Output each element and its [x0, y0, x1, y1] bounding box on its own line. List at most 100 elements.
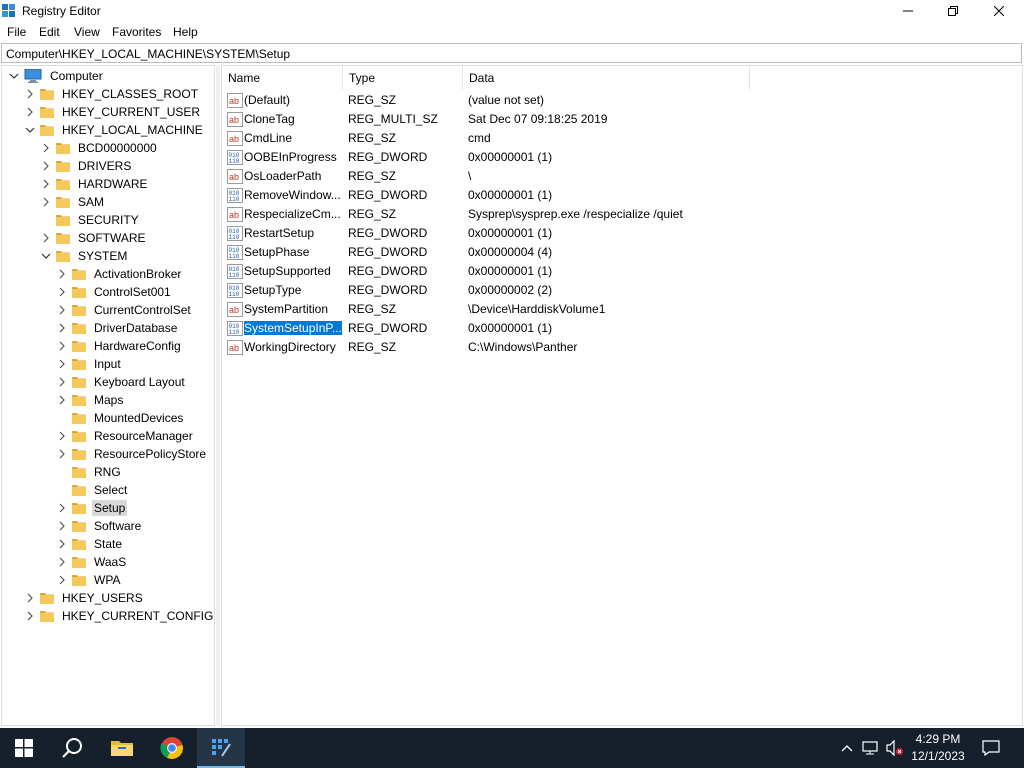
chevron-right-icon[interactable] [56, 355, 68, 373]
tree-node-state[interactable]: State [56, 535, 124, 553]
tree-node-hardware[interactable]: HARDWARE [40, 175, 150, 193]
chevron-right-icon[interactable] [24, 103, 36, 121]
tree-node-security[interactable]: SECURITY [40, 211, 141, 229]
chevron-right-icon[interactable] [40, 193, 52, 211]
tree-node-sam[interactable]: SAM [40, 193, 106, 211]
value-row[interactable]: ab WorkingDirectory REG_SZ C:\Windows\Panth… [222, 338, 1022, 357]
chevron-right-icon[interactable] [56, 373, 68, 391]
tree-node-mounteddevices[interactable]: MountedDevices [56, 409, 185, 427]
chevron-right-icon[interactable] [56, 337, 68, 355]
column-header-name[interactable]: Name [222, 66, 343, 90]
menu-help[interactable]: Help [173, 25, 198, 39]
value-row[interactable]: 010 110 RemoveWindow... REG_DWORD 0x00000001… [222, 186, 1022, 205]
value-row[interactable]: ab SystemPartition REG_SZ \Device\HarddiskV… [222, 300, 1022, 319]
file-explorer-button[interactable] [98, 728, 146, 768]
tree-node-hkey-classes-root[interactable]: HKEY_CLASSES_ROOT [24, 85, 200, 103]
show-hidden-icons-button[interactable] [838, 739, 856, 757]
chevron-right-icon[interactable] [56, 535, 68, 553]
search-button[interactable] [48, 728, 96, 768]
tree-node-hardwareconfig[interactable]: HardwareConfig [56, 337, 183, 355]
chevron-right-icon[interactable] [56, 445, 68, 463]
value-row[interactable]: 010 110 SetupPhase REG_DWORD 0x00000004 (4) [222, 243, 1022, 262]
chevron-down-icon[interactable] [24, 121, 36, 139]
tree-node-input[interactable]: Input [56, 355, 123, 373]
tree-node-waas[interactable]: WaaS [56, 553, 128, 571]
value-row[interactable]: 010 110 SetupSupported REG_DWORD 0x00000001 … [222, 262, 1022, 281]
chevron-right-icon[interactable] [56, 517, 68, 535]
network-tray-button[interactable] [862, 739, 880, 757]
value-row[interactable]: 010 110 OOBEInProgress REG_DWORD 0x00000001 … [222, 148, 1022, 167]
tree-node-controlset001[interactable]: ControlSet001 [56, 283, 173, 301]
chevron-right-icon[interactable] [56, 391, 68, 409]
tree-node-computer[interactable]: Computer [8, 67, 105, 85]
chevron-right-icon[interactable] [56, 427, 68, 445]
tree-node-select[interactable]: Select [56, 481, 129, 499]
chevron-right-icon[interactable] [40, 229, 52, 247]
value-row[interactable]: 010 110 SetupType REG_DWORD 0x00000002 (2) [222, 281, 1022, 300]
start-button[interactable] [0, 728, 48, 768]
minimize-button[interactable] [885, 0, 931, 22]
tree-node-drivers[interactable]: DRIVERS [40, 157, 133, 175]
close-button[interactable] [976, 0, 1022, 22]
pane-splitter[interactable] [216, 65, 220, 726]
column-header-type[interactable]: Type [343, 66, 463, 90]
chevron-right-icon[interactable] [24, 589, 36, 607]
maximize-button[interactable] [930, 0, 976, 22]
tree-node-setup[interactable]: Setup [56, 499, 128, 517]
chevron-down-icon[interactable] [8, 67, 20, 85]
menu-favorites[interactable]: Favorites [112, 25, 161, 39]
chevron-right-icon[interactable] [56, 571, 68, 589]
tree-node-software[interactable]: Software [56, 517, 143, 535]
value-row[interactable]: ab CloneTag REG_MULTI_SZ Sat Dec 07 09:18:2… [222, 110, 1022, 129]
chevron-right-icon[interactable] [56, 301, 68, 319]
value-row[interactable]: 010 110 RestartSetup REG_DWORD 0x00000001 (1… [222, 224, 1022, 243]
tree-node-hkey-current-user[interactable]: HKEY_CURRENT_USER [24, 103, 202, 121]
tree-node-driverdatabase[interactable]: DriverDatabase [56, 319, 179, 337]
tree-node-activationbroker[interactable]: ActivationBroker [56, 265, 183, 283]
tree-node-hkey-local-machine[interactable]: HKEY_LOCAL_MACHINE [24, 121, 205, 139]
chevron-right-icon[interactable] [56, 265, 68, 283]
tree-node-maps[interactable]: Maps [56, 391, 125, 409]
chevron-right-icon[interactable] [40, 139, 52, 157]
tree-node-currentcontrolset[interactable]: CurrentControlSet [56, 301, 193, 319]
tree-node-software[interactable]: SOFTWARE [40, 229, 148, 247]
tree-node-wpa[interactable]: WPA [56, 571, 122, 589]
chevron-right-icon[interactable] [56, 319, 68, 337]
regedit-taskbar-button[interactable] [197, 728, 245, 768]
menu-view[interactable]: View [74, 25, 100, 39]
tree-node-rng[interactable]: RNG [56, 463, 123, 481]
chevron-right-icon[interactable] [40, 157, 52, 175]
tree-node-resourcepolicystore[interactable]: ResourcePolicyStore [56, 445, 208, 463]
chevron-down-icon[interactable] [40, 247, 52, 265]
taskbar-clock[interactable]: 4:29 PM 12/1/2023 [905, 731, 971, 765]
value-row[interactable]: 010 110 SystemSetupInP... REG_DWORD 0x000000… [222, 319, 1022, 338]
tree-node-keyboard-layout[interactable]: Keyboard Layout [56, 373, 187, 391]
tree-node-system[interactable]: SYSTEM [40, 247, 129, 265]
values-list-pane[interactable]: Name Type Data ab (Default) REG_SZ (value n… [221, 65, 1023, 726]
key-tree-pane[interactable]: Computer HKEY_CLASSES_ROOT HKEY_CURRENT_US… [1, 65, 215, 726]
binary-value-icon: 010 110 [227, 283, 243, 298]
tree-node-label: HARDWARE [78, 177, 148, 191]
volume-tray-button[interactable] [886, 739, 904, 757]
chevron-right-icon[interactable] [56, 283, 68, 301]
tree-node-resourcemanager[interactable]: ResourceManager [56, 427, 195, 445]
tree-node-bcd00000000[interactable]: BCD00000000 [40, 139, 159, 157]
chrome-button[interactable] [148, 728, 196, 768]
action-center-button[interactable] [982, 739, 1000, 757]
value-row[interactable]: ab CmdLine REG_SZ cmd [222, 129, 1022, 148]
value-type: REG_DWORD [348, 224, 462, 243]
value-row[interactable]: ab (Default) REG_SZ (value not set) [222, 91, 1022, 110]
column-header-data[interactable]: Data [463, 66, 750, 90]
tree-node-hkey-current-config[interactable]: HKEY_CURRENT_CONFIG [24, 607, 214, 625]
chevron-right-icon[interactable] [40, 175, 52, 193]
value-row[interactable]: ab RespecializeCm... REG_SZ Sysprep\sysprep… [222, 205, 1022, 224]
address-bar[interactable]: Computer\HKEY_LOCAL_MACHINE\SYSTEM\Setup [1, 43, 1022, 63]
chevron-right-icon[interactable] [56, 553, 68, 571]
value-row[interactable]: ab OsLoaderPath REG_SZ \ [222, 167, 1022, 186]
menu-edit[interactable]: Edit [39, 25, 60, 39]
chevron-right-icon[interactable] [56, 499, 68, 517]
menu-file[interactable]: File [7, 25, 26, 39]
chevron-right-icon[interactable] [24, 607, 36, 625]
chevron-right-icon[interactable] [24, 85, 36, 103]
tree-node-hkey-users[interactable]: HKEY_USERS [24, 589, 145, 607]
